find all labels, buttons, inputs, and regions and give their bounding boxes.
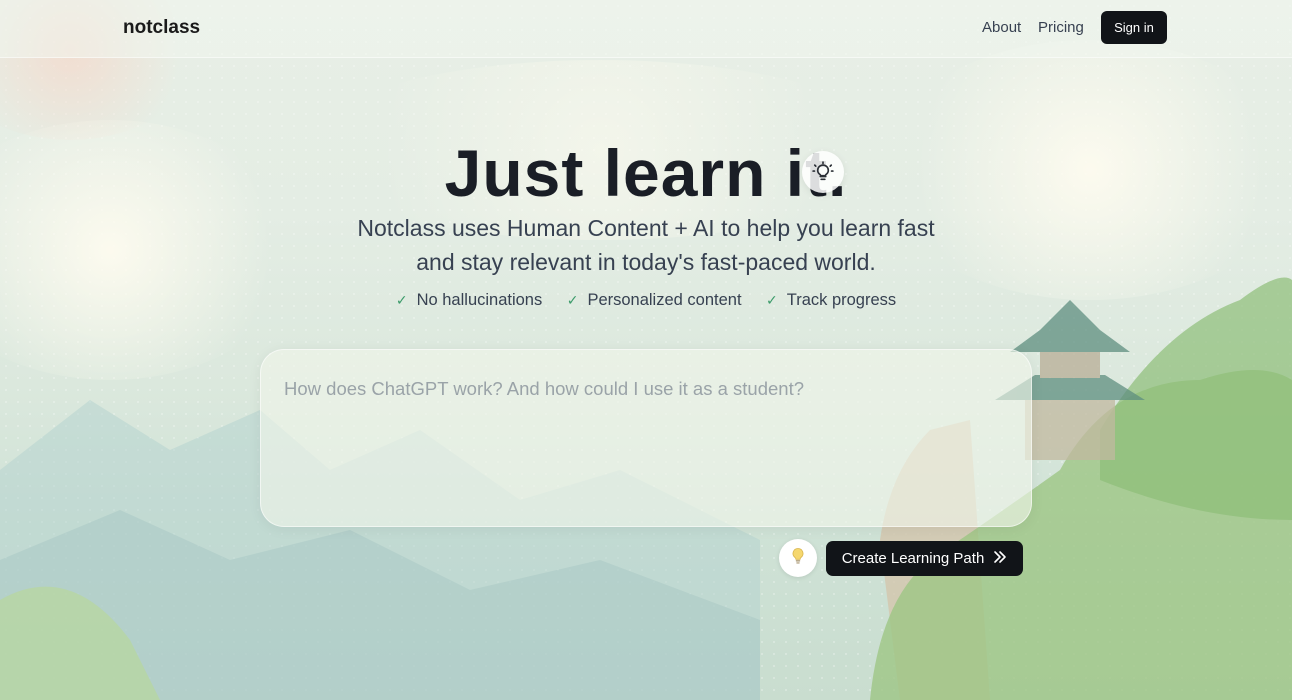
nav-link-about[interactable]: About <box>982 19 1021 36</box>
top-nav: notclass About Pricing Sign in <box>0 0 1292 58</box>
check-icon: ✓ <box>395 292 408 308</box>
feature-item: ✓ Track progress <box>766 291 897 309</box>
lightbulb-icon <box>802 151 844 193</box>
suggest-idea-button[interactable] <box>779 539 817 577</box>
logo[interactable]: notclass <box>123 17 200 39</box>
learning-prompt-input[interactable] <box>282 376 1006 510</box>
check-icon: ✓ <box>766 292 778 308</box>
hero-title: Just learn it. <box>444 136 848 210</box>
feature-item: ✓ No hallucinations <box>395 291 543 309</box>
lightbulb-icon <box>790 547 806 570</box>
create-learning-path-button[interactable]: Create Learning Path <box>826 541 1023 576</box>
chevrons-right-icon <box>993 550 1007 568</box>
feature-item: ✓ Personalized content <box>566 291 742 309</box>
sign-in-button[interactable]: Sign in <box>1101 11 1167 44</box>
nav-link-pricing[interactable]: Pricing <box>1038 19 1084 36</box>
feature-list: ✓ No hallucinations ✓ Personalized content… <box>0 291 1292 310</box>
hero-subtitle: Notclass uses Human Content + AI to help… <box>357 215 935 275</box>
check-icon: ✓ <box>566 292 579 308</box>
prompt-panel <box>260 349 1032 527</box>
create-learning-path-label: Create Learning Path <box>841 550 985 567</box>
